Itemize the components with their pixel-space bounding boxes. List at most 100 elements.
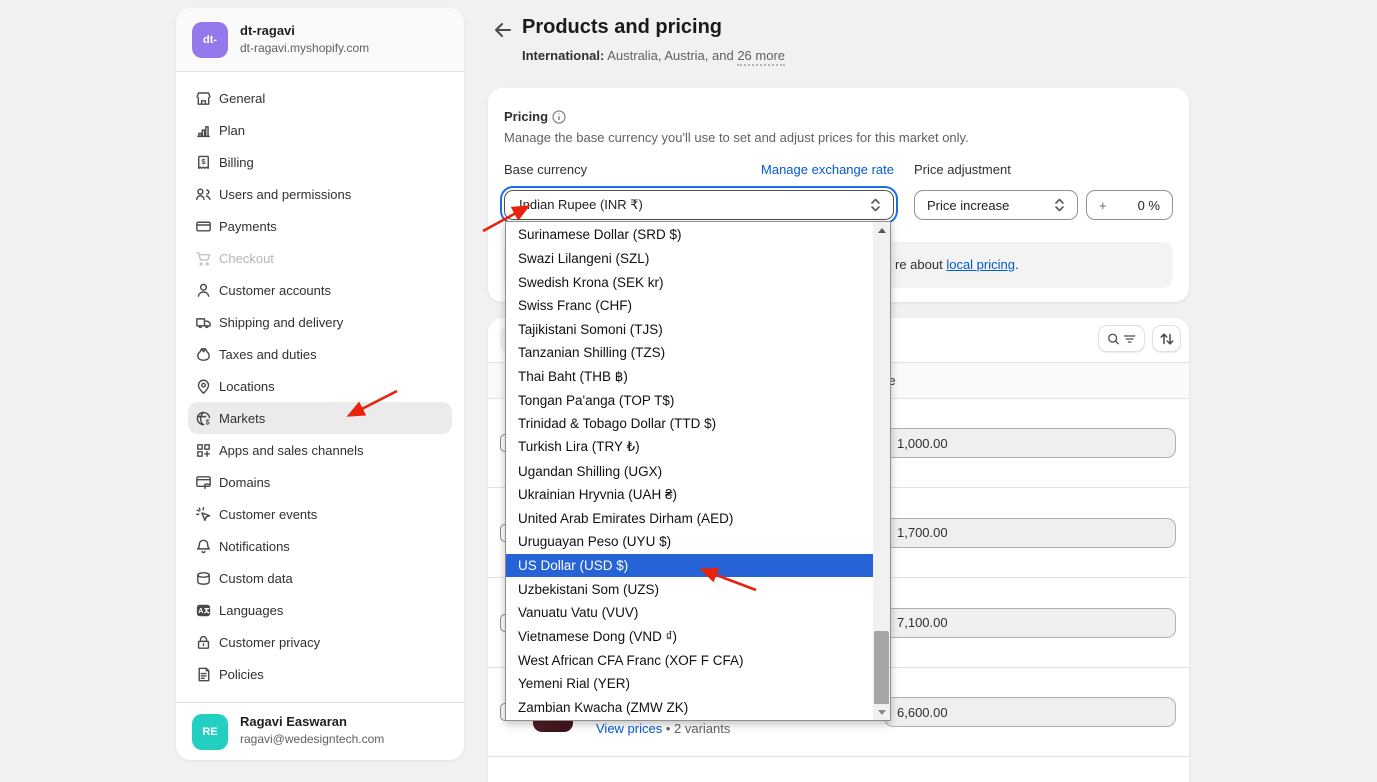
scroll-up-button[interactable]: [873, 222, 890, 238]
market-name: International:: [522, 48, 604, 63]
currency-option[interactable]: Zambian Kwacha (ZMW ZK): [506, 696, 873, 720]
sidebar-item-general[interactable]: General: [188, 82, 452, 114]
money-bag-icon: [194, 345, 213, 364]
location-pin-icon: [194, 377, 213, 396]
database-icon: [194, 569, 213, 588]
sidebar-item-label: Plan: [219, 123, 245, 138]
cart-icon: [194, 249, 213, 268]
local-pricing-link[interactable]: local pricing: [946, 257, 1015, 272]
manage-exchange-rate-link[interactable]: Manage exchange rate: [752, 162, 894, 177]
store-domain: dt-ragavi.myshopify.com: [240, 41, 369, 55]
sidebar-item-label: Taxes and duties: [219, 347, 317, 362]
search-filter-icon: [1105, 329, 1139, 349]
currency-option[interactable]: Vietnamese Dong (VND ₫): [506, 625, 873, 649]
currency-option[interactable]: West African CFA Franc (XOF F CFA): [506, 648, 873, 672]
base-currency-select[interactable]: Indian Rupee (INR ₹): [504, 190, 894, 220]
search-filter-button[interactable]: [1098, 325, 1145, 352]
price-adjustment-select[interactable]: Price increase: [914, 190, 1078, 220]
currency-option[interactable]: Tanzanian Shilling (TZS): [506, 341, 873, 365]
percent-sign: +: [1099, 198, 1107, 213]
sidebar-item-locations[interactable]: Locations: [188, 370, 452, 402]
user-avatar: RE: [192, 714, 228, 750]
sidebar-item-custom-data[interactable]: Custom data: [188, 562, 452, 594]
market-countries: Australia, Austria, and: [604, 48, 737, 63]
scroll-down-button[interactable]: [873, 704, 890, 720]
price-input[interactable]: [884, 518, 1176, 548]
users-icon: [194, 185, 213, 204]
adjustment-percent-input[interactable]: + 0 %: [1086, 190, 1173, 220]
sidebar-item-users-permissions[interactable]: Users and permissions: [188, 178, 452, 210]
price-input[interactable]: [884, 428, 1176, 458]
apps-grid-icon: [194, 441, 213, 460]
price-adjustment-value: Price increase: [927, 198, 1009, 213]
store-avatar: dt-: [192, 22, 228, 58]
scrollbar-thumb[interactable]: [874, 631, 889, 706]
policies-icon: [194, 665, 213, 684]
languages-icon: A: [194, 601, 213, 620]
sidebar-item-label: General: [219, 91, 265, 106]
settings-nav: General Plan $ Billing Users and permiss…: [176, 72, 464, 690]
currency-option-selected[interactable]: US Dollar (USD $): [506, 554, 873, 578]
currency-option[interactable]: Swazi Lilangeni (SZL): [506, 247, 873, 271]
currency-option[interactable]: Swedish Krona (SEK kr): [506, 270, 873, 294]
sidebar-item-label: Customer privacy: [219, 635, 320, 650]
more-countries-link[interactable]: 26 more: [737, 48, 785, 66]
sidebar-item-label: Billing: [219, 155, 254, 170]
product-subline: View prices • 2 variants: [596, 721, 730, 736]
sidebar-item-notifications[interactable]: Notifications: [188, 530, 452, 562]
price-input[interactable]: [884, 697, 1176, 727]
sidebar-item-payments[interactable]: Payments: [188, 210, 452, 242]
currency-option[interactable]: Vanuatu Vatu (VUV): [506, 601, 873, 625]
sidebar-item-customer-privacy[interactable]: Customer privacy: [188, 626, 452, 658]
store-name: dt-ragavi: [240, 23, 295, 38]
sort-icon: [1157, 329, 1177, 349]
banner-text: re about local pricing.: [895, 257, 1019, 272]
currency-option[interactable]: Trinidad & Tobago Dollar (TTD $): [506, 412, 873, 436]
currency-option[interactable]: Turkish Lira (TRY ₺): [506, 436, 873, 460]
payments-icon: [194, 217, 213, 236]
user-footer[interactable]: RE Ragavi Easwaran ragavi@wedesigntech.c…: [176, 702, 464, 760]
sidebar-item-label: Domains: [219, 475, 270, 490]
sidebar-item-shipping-delivery[interactable]: Shipping and delivery: [188, 306, 452, 338]
base-currency-label: Base currency: [504, 162, 587, 177]
sidebar-item-domains[interactable]: Domains: [188, 466, 452, 498]
currency-option[interactable]: Surinamese Dollar (SRD $): [506, 223, 873, 247]
currency-option[interactable]: Tajikistani Somoni (TJS): [506, 318, 873, 342]
currency-option[interactable]: Ugandan Shilling (UGX): [506, 459, 873, 483]
banner-text-fragment: re about: [895, 257, 946, 272]
sidebar-item-languages[interactable]: A Languages: [188, 594, 452, 626]
price-input[interactable]: [884, 608, 1176, 638]
sidebar-item-label: Languages: [219, 603, 283, 618]
currency-option[interactable]: Thai Baht (THB ฿): [506, 365, 873, 389]
store-icon: [194, 89, 213, 108]
sidebar-item-apps-sales-channels[interactable]: Apps and sales channels: [188, 434, 452, 466]
sidebar-item-markets[interactable]: $ Markets: [188, 402, 452, 434]
info-icon[interactable]: [552, 110, 566, 124]
sidebar-item-label: Notifications: [219, 539, 290, 554]
sidebar-item-taxes-duties[interactable]: Taxes and duties: [188, 338, 452, 370]
currency-option[interactable]: United Arab Emirates Dirham (AED): [506, 507, 873, 531]
back-button[interactable]: [492, 19, 514, 41]
sidebar-item-policies[interactable]: Policies: [188, 658, 452, 690]
sidebar-item-label: Customer accounts: [219, 283, 331, 298]
currency-option[interactable]: Yemeni Rial (YER): [506, 672, 873, 696]
sidebar-item-label: Apps and sales channels: [219, 443, 364, 458]
currency-option[interactable]: Uruguayan Peso (UYU $): [506, 530, 873, 554]
chevron-updown-icon: [1054, 197, 1065, 213]
variants-count: • 2 variants: [666, 721, 731, 736]
currency-option[interactable]: Swiss Franc (CHF): [506, 294, 873, 318]
price-adjustment-label: Price adjustment: [914, 162, 1011, 177]
sidebar-item-billing[interactable]: $ Billing: [188, 146, 452, 178]
sidebar-item-customer-events[interactable]: Customer events: [188, 498, 452, 530]
sort-button[interactable]: [1152, 325, 1181, 352]
dropdown-scrollbar[interactable]: [873, 222, 890, 720]
user-name: Ragavi Easwaran: [240, 714, 347, 729]
view-prices-link[interactable]: View prices: [596, 721, 662, 736]
sidebar-item-plan[interactable]: Plan: [188, 114, 452, 146]
settings-page: dt- dt-ragavi dt-ragavi.myshopify.com Ge…: [0, 0, 1377, 782]
currency-option[interactable]: Ukrainian Hryvnia (UAH ₴): [506, 483, 873, 507]
currency-option[interactable]: Uzbekistani Som (UZS): [506, 577, 873, 601]
sidebar-item-customer-accounts[interactable]: Customer accounts: [188, 274, 452, 306]
page-subtitle: International: Australia, Austria, and 2…: [522, 48, 785, 63]
currency-option[interactable]: Tongan Pa'anga (TOP T$): [506, 388, 873, 412]
